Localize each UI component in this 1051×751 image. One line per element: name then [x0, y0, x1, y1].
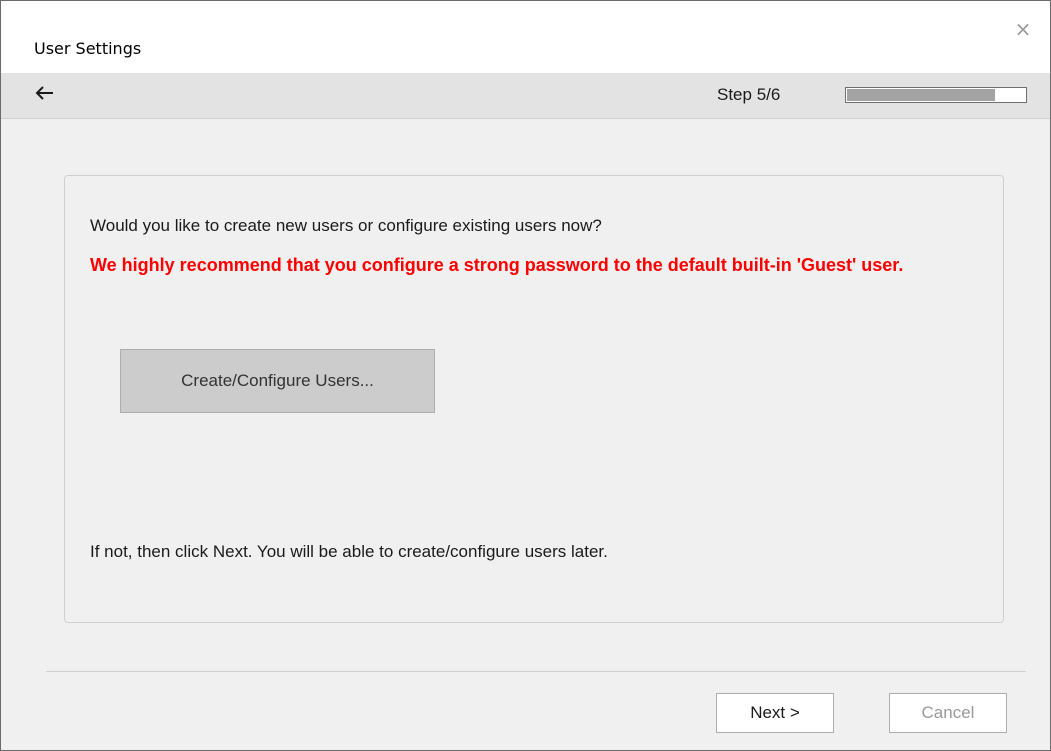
arrow-left-icon[interactable]	[33, 82, 59, 104]
footer-divider	[46, 671, 1026, 672]
step-progress-fill	[847, 89, 995, 101]
guest-password-warning: We highly recommend that you configure a…	[90, 255, 904, 275]
step-navigation-bar: Step 5/6	[1, 73, 1050, 119]
next-button[interactable]: Next >	[716, 693, 834, 733]
title-bar: User Settings ×	[1, 1, 1050, 73]
content-panel: Would you like to create new users or co…	[64, 175, 1004, 623]
dialog-title: User Settings	[34, 39, 142, 58]
question-text: Would you like to create new users or co…	[90, 216, 602, 235]
step-progress-bar	[845, 87, 1027, 103]
close-icon[interactable]: ×	[1013, 19, 1033, 39]
step-indicator: Step 5/6	[717, 85, 781, 104]
create-configure-users-button[interactable]: Create/Configure Users...	[120, 349, 435, 413]
dialog-window: User Settings × Step 5/6 Would you like …	[0, 0, 1051, 751]
cancel-button[interactable]: Cancel	[889, 693, 1007, 733]
configure-later-note: If not, then click Next. You will be abl…	[90, 542, 608, 561]
